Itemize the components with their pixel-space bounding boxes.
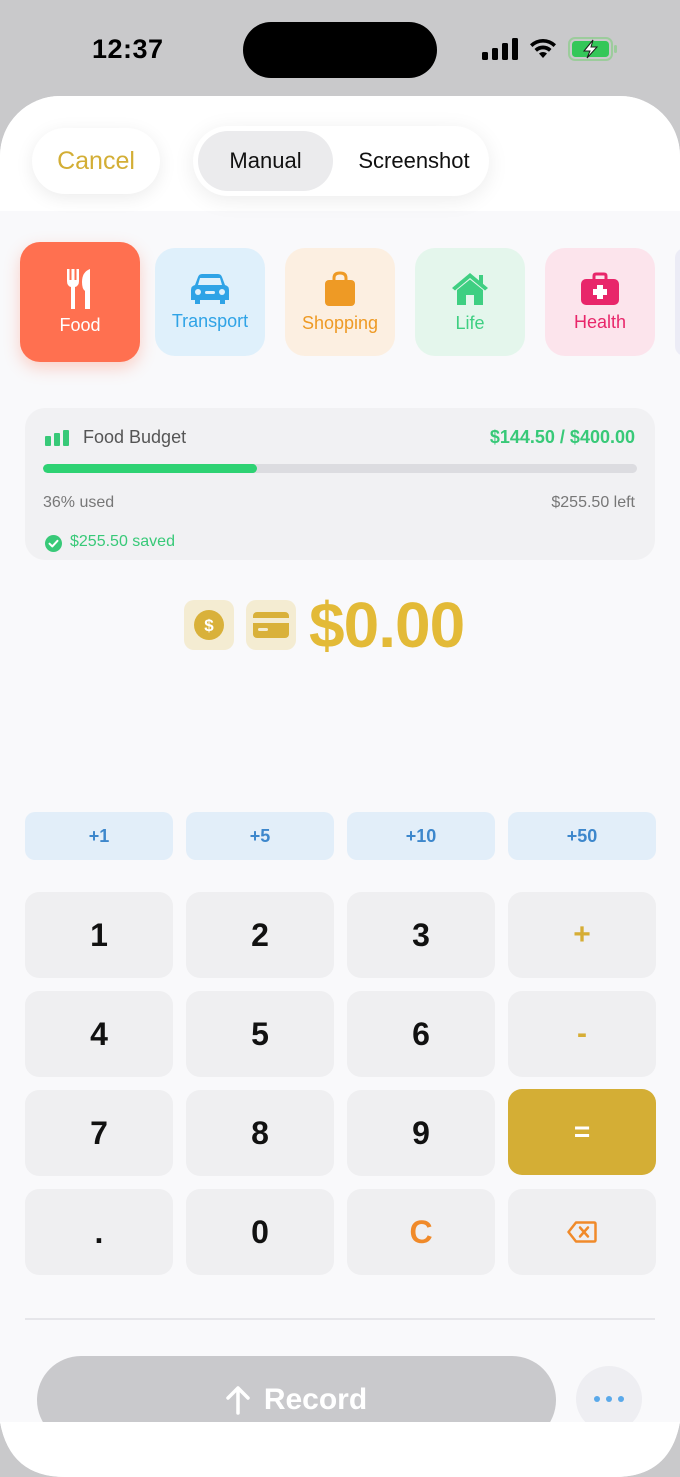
medical-kit-icon <box>581 272 619 305</box>
category-life[interactable]: Life <box>415 248 525 356</box>
payment-method-button[interactable] <box>246 600 296 650</box>
key-6[interactable]: 6 <box>347 991 495 1077</box>
tab-screenshot[interactable]: Screenshot <box>343 131 485 191</box>
budget-progress-fill <box>43 464 257 473</box>
status-bar: 12:37 <box>0 0 680 96</box>
checkmark-circle-icon <box>45 535 62 552</box>
key-5[interactable]: 5 <box>186 991 334 1077</box>
amount-display: $0.00 <box>309 589 465 661</box>
credit-card-icon <box>253 612 289 638</box>
key-backspace[interactable] <box>508 1189 656 1275</box>
budget-title: Food Budget <box>83 427 187 447</box>
cancel-button[interactable]: Cancel <box>32 128 160 194</box>
input-mode-segmented-control: Manual Screenshot <box>193 126 489 196</box>
category-transport[interactable]: Transport <box>155 248 265 356</box>
device-bottom-frame <box>0 1422 680 1477</box>
budget-saved-text: $255.50 saved <box>70 533 175 550</box>
category-food[interactable]: Food <box>20 242 140 362</box>
quick-add-5-button[interactable]: +5 <box>186 812 334 860</box>
budget-left-text: $255.50 left <box>551 494 635 511</box>
car-icon <box>191 273 229 304</box>
record-sheet: Cancel Manual Screenshot Food Transport … <box>0 96 680 1477</box>
house-icon <box>452 272 488 305</box>
ellipsis-icon <box>594 1396 624 1402</box>
status-time: 12:37 <box>92 34 164 64</box>
key-plus[interactable]: + <box>508 892 656 978</box>
battery-charging-icon <box>568 37 617 61</box>
budget-used-text: 36% used <box>43 494 115 511</box>
key-clear[interactable]: C <box>347 1189 495 1275</box>
shopping-bag-icon <box>325 270 355 306</box>
category-shopping[interactable]: Shopping <box>285 248 395 356</box>
key-8[interactable]: 8 <box>186 1090 334 1176</box>
sheet-header: Cancel Manual Screenshot <box>0 96 680 211</box>
category-label: Life <box>455 312 485 333</box>
key-0[interactable]: 0 <box>186 1189 334 1275</box>
quick-add-50-button[interactable]: +50 <box>508 812 656 860</box>
cellular-signal-icon <box>482 38 518 60</box>
divider <box>25 1318 655 1320</box>
tab-manual[interactable]: Manual <box>198 131 333 191</box>
key-4[interactable]: 4 <box>25 991 173 1077</box>
key-equals[interactable]: = <box>508 1089 656 1175</box>
wifi-icon <box>530 38 556 58</box>
budget-progress-bar <box>43 464 637 473</box>
key-2[interactable]: 2 <box>186 892 334 978</box>
dollar-coin-icon: $ <box>194 610 224 640</box>
key-1[interactable]: 1 <box>25 892 173 978</box>
category-overflow[interactable] <box>675 248 680 356</box>
category-label: Shopping <box>301 312 379 333</box>
record-button-label: Record <box>263 1383 368 1416</box>
backspace-icon <box>567 1221 597 1243</box>
bar-chart-icon <box>45 430 69 446</box>
budget-amount: $144.50 / $400.00 <box>489 427 635 447</box>
svg-text:$: $ <box>204 616 214 635</box>
quick-add-10-button[interactable]: +10 <box>347 812 495 860</box>
fork-knife-icon <box>67 268 90 309</box>
category-label: Transport <box>171 310 249 331</box>
category-health[interactable]: Health <box>545 248 655 356</box>
key-3[interactable]: 3 <box>347 892 495 978</box>
budget-card: Food Budget $144.50 / $400.00 36% used $… <box>25 408 655 560</box>
quick-add-1-button[interactable]: +1 <box>25 812 173 860</box>
currency-button[interactable]: $ <box>184 600 234 650</box>
key-decimal[interactable]: . <box>25 1189 173 1275</box>
arrow-up-icon <box>226 1386 250 1415</box>
key-7[interactable]: 7 <box>25 1090 173 1176</box>
dynamic-island <box>243 22 437 78</box>
category-label: Health <box>573 311 627 332</box>
key-minus[interactable]: - <box>508 991 656 1077</box>
key-9[interactable]: 9 <box>347 1090 495 1176</box>
category-label: Food <box>59 314 101 335</box>
